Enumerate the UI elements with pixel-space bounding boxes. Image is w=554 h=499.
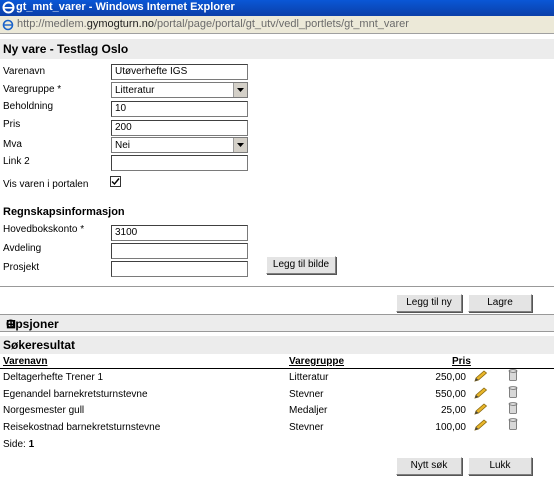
pagination: Side: 1 (3, 439, 34, 450)
legg-til-ny-button[interactable]: Legg til ny (396, 294, 462, 312)
address-url[interactable]: http://medlem.gymogturn.no/portal/page/p… (17, 18, 409, 30)
lagre-button[interactable]: Lagre (468, 294, 532, 312)
row-varegruppe: Stevner (289, 389, 324, 400)
hovedbok-input[interactable]: 3100 (111, 225, 248, 241)
varenavn-label: Varenavn (3, 66, 46, 77)
trash-icon[interactable] (508, 369, 518, 381)
ie-page-icon (2, 19, 14, 31)
checkmark-icon (111, 178, 120, 186)
trash-icon[interactable] (508, 402, 518, 414)
row-varegruppe: Medaljer (289, 405, 328, 416)
window-title: gt_mnt_varer - Windows Internet Explorer (16, 1, 235, 13)
dropdown-arrow-icon[interactable] (233, 138, 247, 152)
legg-til-bilde-button[interactable]: Legg til bilde (266, 256, 336, 274)
varegruppe-select[interactable]: Litteratur (111, 82, 248, 98)
mva-value: Nei (115, 140, 131, 151)
pencil-icon[interactable] (474, 403, 488, 415)
vis-portal-checkbox[interactable] (110, 176, 121, 187)
avdeling-input[interactable] (111, 243, 248, 259)
row-pris: 25,00 (440, 405, 466, 416)
row-varenavn: Norgesmester gull (3, 405, 85, 416)
beholdning-label: Beholdning (3, 101, 54, 112)
col-varegruppe[interactable]: Varegruppe (289, 356, 344, 367)
pris-input[interactable]: 200 (111, 120, 248, 136)
mva-label: Mva (3, 139, 22, 150)
hovedbok-label: Hovedbokskonto * (3, 224, 85, 235)
side-label: Side: (3, 439, 26, 450)
row-pris: 250,00 (435, 372, 466, 383)
row-varenavn: Deltagerhefte Trener 1 (3, 372, 104, 383)
address-bar[interactable]: http://medlem.gymogturn.no/portal/page/p… (0, 16, 554, 34)
dropdown-arrow-icon[interactable] (233, 83, 247, 97)
vis-portal-label: Vis varen i portalen (3, 179, 89, 190)
results-heading-bar: Søkeresultat (0, 336, 554, 354)
col-pris[interactable]: Pris (452, 356, 471, 367)
varegruppe-value: Litteratur (115, 85, 155, 96)
row-varegruppe: Stevner (289, 422, 324, 433)
lukk-button[interactable]: Lukk (468, 457, 532, 475)
link2-label: Link 2 (3, 156, 30, 167)
pencil-icon[interactable] (474, 419, 488, 431)
header-underline (0, 368, 554, 369)
side-value[interactable]: 1 (29, 439, 35, 450)
opsjoner-bar[interactable]: ⊞ Opsjoner (0, 314, 554, 332)
pris-label: Pris (3, 119, 21, 130)
varegruppe-label: Varegruppe * (3, 84, 62, 95)
trash-icon[interactable] (508, 418, 518, 430)
link2-input[interactable] (111, 155, 248, 171)
prosjekt-label: Prosjekt (3, 262, 40, 273)
row-varegruppe: Litteratur (289, 372, 329, 383)
results-heading: Søkeresultat (3, 338, 76, 352)
avdeling-label: Avdeling (3, 243, 42, 254)
prosjekt-input[interactable] (111, 261, 248, 277)
row-pris: 100,00 (435, 422, 466, 433)
mva-select[interactable]: Nei (111, 137, 248, 153)
row-pris: 550,00 (435, 389, 466, 400)
divider (0, 286, 554, 287)
trash-icon[interactable] (508, 386, 518, 398)
form-heading-bar: Ny vare - Testlag Oslo (0, 39, 554, 59)
pencil-icon[interactable] (474, 387, 488, 399)
ie-logo-icon (2, 1, 15, 14)
row-varenavn: Egenandel barnekretsturnstevne (3, 389, 148, 400)
beholdning-input[interactable]: 10 (111, 101, 248, 117)
varenavn-input[interactable]: Utøverhefte IGS (111, 64, 248, 80)
col-varenavn[interactable]: Varenavn (3, 356, 47, 367)
form-heading: Ny vare - Testlag Oslo (3, 42, 129, 56)
row-varenavn: Reisekostnad barnekretsturnstevne (3, 422, 161, 433)
window-title-bar: gt_mnt_varer - Windows Internet Explorer (0, 0, 554, 16)
pencil-icon[interactable] (474, 370, 488, 382)
nytt-sok-button[interactable]: Nytt søk (396, 457, 462, 475)
regnskap-heading: Regnskapsinformasjon (3, 206, 125, 218)
opsjoner-label: Opsjoner (6, 317, 59, 331)
